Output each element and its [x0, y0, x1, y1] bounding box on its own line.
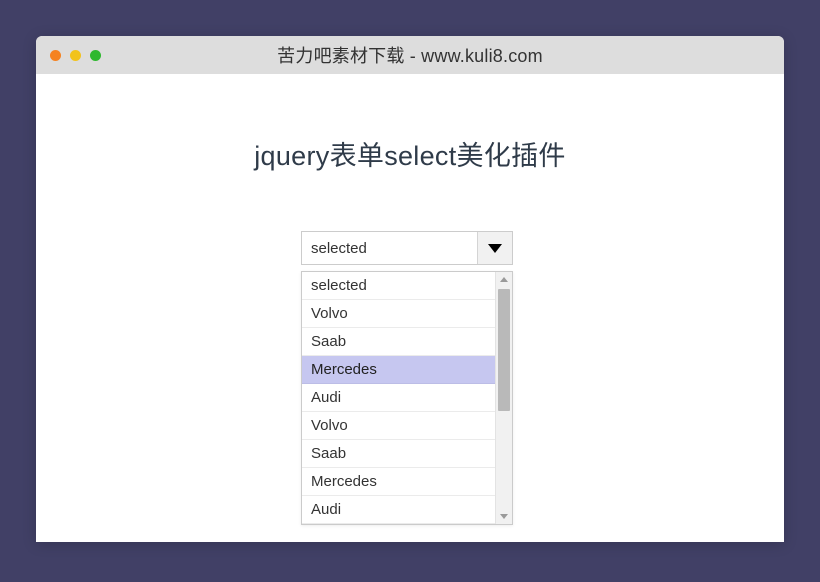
scroll-down-button[interactable] — [496, 509, 512, 524]
select-selected-value: selected — [311, 239, 367, 257]
list-item[interactable]: Audi — [302, 384, 495, 412]
select-widget: selected selected Volvo Saab Mercedes Au… — [301, 231, 513, 525]
scroll-up-button[interactable] — [496, 272, 512, 287]
chevron-down-icon — [488, 243, 502, 253]
caret-down-icon — [500, 514, 508, 519]
list-item[interactable]: selected — [302, 272, 495, 300]
list-item[interactable]: Mercedes — [302, 468, 495, 496]
list-item[interactable]: Saab — [302, 440, 495, 468]
window-controls — [50, 36, 101, 74]
select-dropdown-panel: selected Volvo Saab Mercedes Audi Volvo … — [301, 271, 513, 525]
caret-up-icon — [500, 277, 508, 282]
list-item[interactable]: Volvo — [302, 412, 495, 440]
close-window-button[interactable] — [50, 49, 61, 61]
page-content: jquery表单select美化插件 selected selected Vol… — [36, 74, 784, 542]
desktop-background: 苦力吧素材下载 - www.kuli8.com jquery表单select美化… — [0, 0, 820, 582]
select-trigger[interactable]: selected — [301, 231, 513, 265]
page-title: jquery表单select美化插件 — [254, 141, 566, 171]
select-toggle-button[interactable] — [477, 232, 512, 264]
dropdown-scrollbar[interactable] — [495, 272, 512, 524]
browser-window: 苦力吧素材下载 - www.kuli8.com jquery表单select美化… — [36, 36, 784, 542]
list-item[interactable]: Audi — [302, 496, 495, 524]
list-item[interactable]: Saab — [302, 328, 495, 356]
maximize-window-button[interactable] — [90, 49, 101, 61]
list-item-highlighted[interactable]: Mercedes — [302, 356, 495, 384]
window-titlebar[interactable]: 苦力吧素材下载 - www.kuli8.com — [36, 36, 784, 74]
window-title: 苦力吧素材下载 - www.kuli8.com — [277, 46, 543, 66]
select-option-list: selected Volvo Saab Mercedes Audi Volvo … — [302, 272, 495, 524]
minimize-window-button[interactable] — [70, 49, 81, 61]
scrollbar-thumb[interactable] — [498, 289, 510, 411]
list-item[interactable]: Volvo — [302, 300, 495, 328]
